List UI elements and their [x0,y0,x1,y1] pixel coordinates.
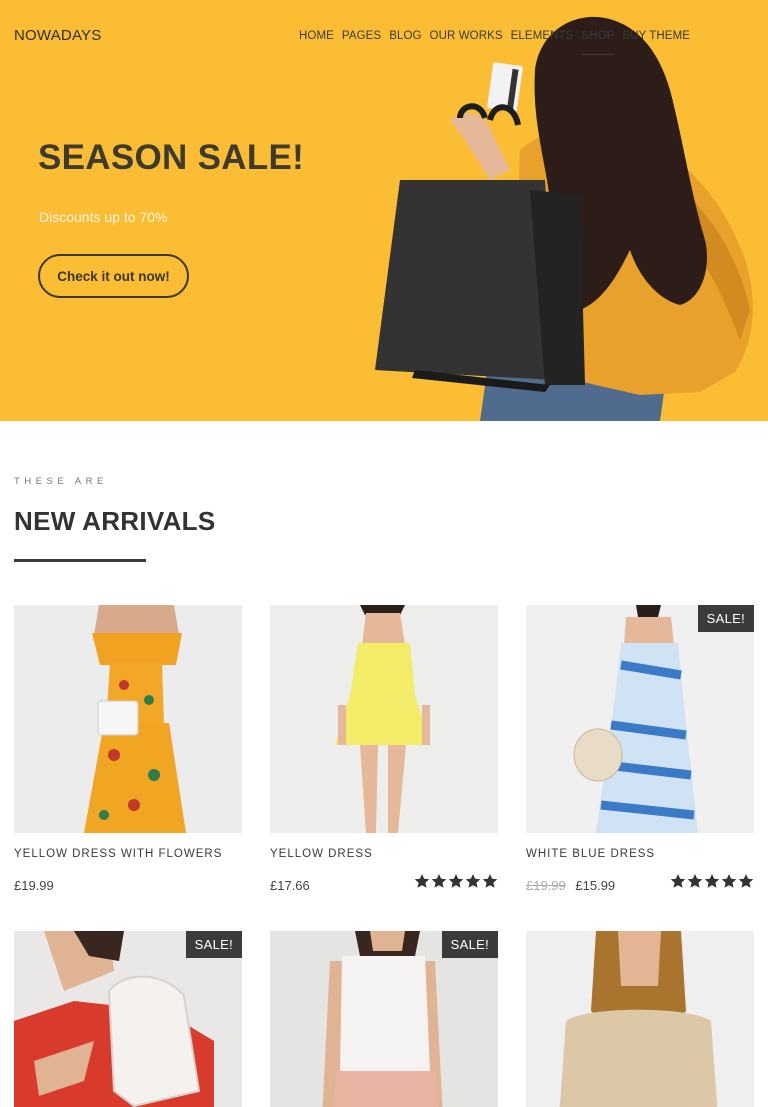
product-image[interactable] [526,931,754,1107]
section-kicker: THESE ARE [14,476,108,487]
product-image[interactable] [270,605,498,833]
nav-item-home[interactable]: HOME [299,30,334,42]
product-name[interactable]: YELLOW DRESS [270,848,373,860]
nav-item-pages[interactable]: PAGES [342,30,381,42]
sale-badge: SALE! [697,605,754,632]
hero-shopper-photo [375,16,753,421]
nav-item-blog[interactable]: BLOG [389,30,421,42]
product-price: £19.99 [14,878,54,893]
old-price: £19.99 [526,878,566,893]
star-icon [414,874,430,888]
sale-badge: SALE! [441,931,498,958]
nav-item-our-works[interactable]: OUR WORKS [430,30,503,42]
hero-banner: NOWADAYS HOME PAGES BLOG OUR WORKS ELEME… [0,0,768,421]
star-icon [670,874,686,888]
rating-stars [670,873,754,889]
star-icon [465,874,481,888]
star-icon [431,874,447,888]
product-image[interactable] [526,605,754,833]
section-divider [14,559,146,562]
star-icon [704,874,720,888]
star-icon [721,874,737,888]
sale-badge: SALE! [185,931,242,958]
current-price: £19.99 [14,878,54,893]
star-icon [448,874,464,888]
check-it-out-button[interactable]: Check it out now! [38,254,189,298]
nav-item-elements[interactable]: ELEMENTS [511,30,574,42]
rating-stars [414,873,498,889]
product-name[interactable]: YELLOW DRESS WITH FLOWERS [14,848,222,860]
product-image[interactable] [14,605,242,833]
main-nav: HOME PAGES BLOG OUR WORKS ELEMENTS SHOP … [299,30,690,55]
star-icon [482,874,498,888]
product-name[interactable]: WHITE BLUE DRESS [526,848,655,860]
section-title: NEW ARRIVALS [14,506,216,536]
product-price: £19.99 £15.99 [526,878,615,893]
star-icon [738,874,754,888]
site-logo[interactable]: NOWADAYS [14,27,101,44]
nav-item-shop[interactable]: SHOP [581,30,615,55]
product-price: £17.66 [270,878,310,893]
hero-title: SEASON SALE! [38,138,305,177]
star-icon [687,874,703,888]
nav-item-buy-theme[interactable]: BUY THEME [622,30,690,42]
current-price: £17.66 [270,878,310,893]
hero-subtitle: Discounts up to 70% [39,209,168,225]
current-price: £15.99 [575,878,616,893]
